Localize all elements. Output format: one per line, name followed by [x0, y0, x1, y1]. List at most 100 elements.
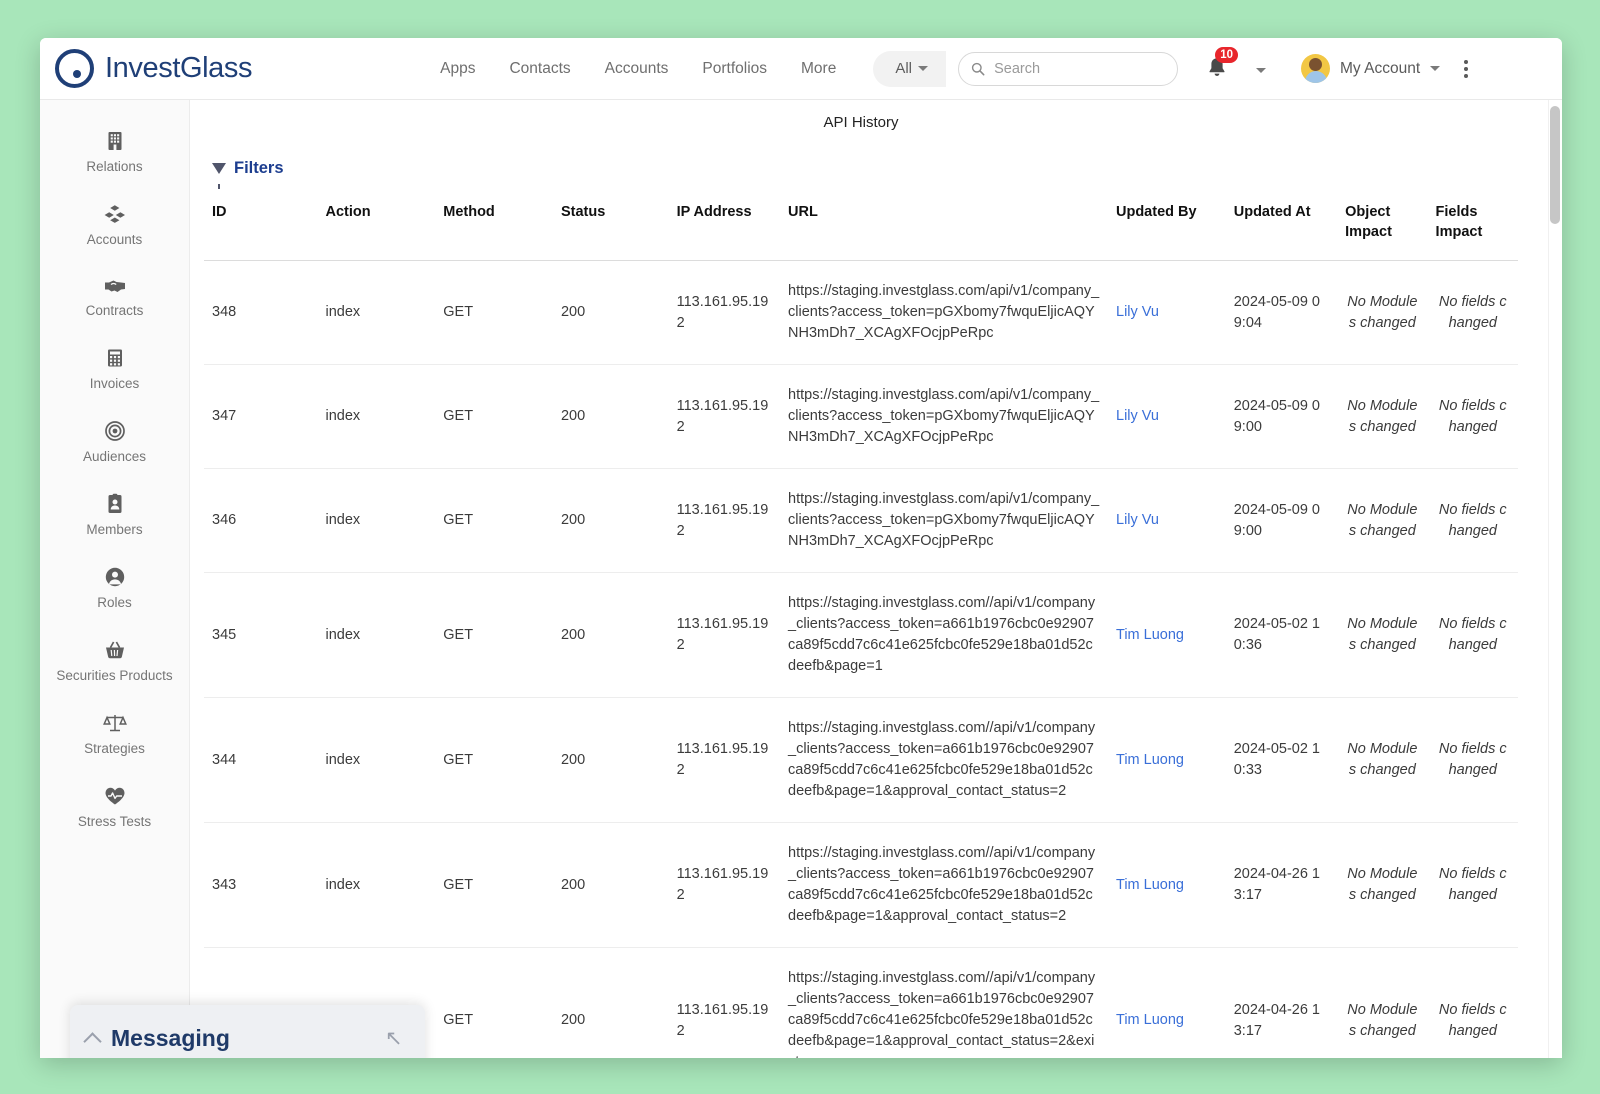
table-row[interactable]: 345 index GET 200 113.161.95.192 https:/… — [204, 573, 1518, 698]
filters-button[interactable]: Filters — [212, 159, 312, 178]
cell-updated-at: 2024-04-26 13:17 — [1226, 823, 1337, 948]
updated-by-link[interactable]: Lily Vu — [1116, 304, 1159, 320]
updated-by-link[interactable]: Tim Luong — [1116, 627, 1184, 643]
sidebar-item-stress-tests[interactable]: Stress Tests — [40, 771, 189, 844]
cell-method: GET — [435, 573, 553, 698]
cell-updated-at: 2024-05-02 10:36 — [1226, 573, 1337, 698]
nav-item-accounts[interactable]: Accounts — [605, 60, 669, 78]
sidebar-item-label: Strategies — [84, 740, 145, 757]
vertical-scrollbar-thumb[interactable] — [1550, 106, 1560, 224]
column-header-fields-impact[interactable]: Fields Impact — [1428, 196, 1518, 261]
more-vertical-icon[interactable] — [1464, 60, 1468, 78]
column-header-updated-by[interactable]: Updated By — [1108, 196, 1226, 261]
sidebar-item-contracts[interactable]: Contracts — [40, 262, 189, 333]
table-row[interactable]: 347 index GET 200 113.161.95.192 https:/… — [204, 365, 1518, 469]
column-header-url[interactable]: URL — [780, 196, 1108, 261]
nav-item-more[interactable]: More — [801, 60, 836, 78]
sidebar-item-label: Securities Products — [56, 667, 172, 684]
nav-item-contacts[interactable]: Contacts — [509, 60, 570, 78]
sidebar-item-label: Accounts — [87, 231, 143, 248]
cell-status: 200 — [553, 261, 669, 365]
sidebar-item-strategies[interactable]: Strategies — [40, 698, 189, 771]
sidebar-item-securities-products[interactable]: Securities Products — [40, 625, 189, 698]
vertical-scrollbar[interactable] — [1548, 100, 1562, 1058]
cell-status: 200 — [553, 823, 669, 948]
cell-method: GET — [435, 365, 553, 469]
sidebar-item-accounts[interactable]: Accounts — [40, 189, 189, 262]
updated-by-link[interactable]: Lily Vu — [1116, 408, 1159, 424]
cell-action: index — [318, 698, 436, 823]
notifications-dropdown-toggle[interactable] — [1256, 60, 1266, 78]
cell-status: 200 — [553, 573, 669, 698]
calculator-icon — [104, 347, 126, 369]
column-header-action[interactable]: Action — [318, 196, 436, 261]
column-header-ip-address[interactable]: IP Address — [669, 196, 780, 261]
cell-fields-impact: No fields changed — [1428, 823, 1518, 948]
updated-by-link[interactable]: Tim Luong — [1116, 877, 1184, 893]
cell-ip: 113.161.95.192 — [669, 365, 780, 469]
kebab-dot — [1464, 67, 1468, 71]
table-row[interactable]: 343 index GET 200 113.161.95.192 https:/… — [204, 823, 1518, 948]
cell-id: 347 — [204, 365, 318, 469]
cell-method: GET — [435, 261, 553, 365]
kebab-dot — [1464, 74, 1468, 78]
cell-fields-impact: No fields changed — [1428, 365, 1518, 469]
cell-updated-at: 2024-05-09 09:00 — [1226, 469, 1337, 573]
search-icon — [971, 61, 985, 77]
column-header-updated-at[interactable]: Updated At — [1226, 196, 1337, 261]
column-header-object-impact[interactable]: Object Impact — [1337, 196, 1427, 261]
table-row[interactable]: 346 index GET 200 113.161.95.192 https:/… — [204, 469, 1518, 573]
cell-updated-by: Lily Vu — [1108, 261, 1226, 365]
cell-fields-impact: No fields changed — [1428, 698, 1518, 823]
cell-url: https://staging.investglass.com/api/v1/c… — [780, 365, 1108, 469]
id-card-icon — [105, 493, 125, 515]
sidebar: Relations Accounts Con — [40, 100, 190, 1058]
updated-by-link[interactable]: Lily Vu — [1116, 512, 1159, 528]
search-scope-dropdown[interactable]: All — [873, 51, 946, 87]
search-input[interactable] — [994, 61, 1165, 77]
column-header-id[interactable]: ID — [204, 196, 318, 261]
cell-object-impact: No Modules changed — [1337, 573, 1427, 698]
cell-ip: 113.161.95.192 — [669, 469, 780, 573]
table-row[interactable]: 344 index GET 200 113.161.95.192 https:/… — [204, 698, 1518, 823]
sidebar-item-invoices[interactable]: Invoices — [40, 333, 189, 406]
table-header-row: ID Action Method Status IP Address URL U… — [204, 196, 1518, 261]
sidebar-item-label: Audiences — [83, 448, 146, 465]
cell-object-impact: No Modules changed — [1337, 823, 1427, 948]
account-menu[interactable]: My Account — [1301, 54, 1440, 83]
cell-object-impact: No Modules changed — [1337, 469, 1427, 573]
updated-by-link[interactable]: Tim Luong — [1116, 1012, 1184, 1028]
sidebar-item-roles[interactable]: Roles — [40, 552, 189, 625]
messaging-widget[interactable]: Messaging ↗ — [70, 1005, 425, 1058]
cell-object-impact: No Modules changed — [1337, 698, 1427, 823]
sidebar-item-relations[interactable]: Relations — [40, 116, 189, 189]
cell-ip: 113.161.95.192 — [669, 261, 780, 365]
column-header-method[interactable]: Method — [435, 196, 553, 261]
cell-status: 200 — [553, 948, 669, 1059]
nav-item-portfolios[interactable]: Portfolios — [702, 60, 767, 78]
cell-updated-by: Tim Luong — [1108, 948, 1226, 1059]
cell-updated-by: Tim Luong — [1108, 573, 1226, 698]
chevron-up-icon[interactable] — [83, 1032, 101, 1050]
messaging-title[interactable]: Messaging — [111, 1025, 385, 1052]
cell-ip: 113.161.95.192 — [669, 573, 780, 698]
column-header-status[interactable]: Status — [553, 196, 669, 261]
notifications-button[interactable]: 10 — [1206, 56, 1228, 82]
cell-url: https://staging.investglass.com/api/v1/c… — [780, 469, 1108, 573]
account-menu-label: My Account — [1340, 60, 1420, 78]
cell-action: index — [318, 365, 436, 469]
updated-by-link[interactable]: Tim Luong — [1116, 752, 1184, 768]
cell-id: 348 — [204, 261, 318, 365]
sidebar-item-audiences[interactable]: Audiences — [40, 406, 189, 479]
scales-icon — [103, 712, 127, 734]
expand-icon[interactable]: ↗ — [385, 1026, 403, 1051]
sidebar-item-label: Stress Tests — [78, 813, 151, 830]
brand-logo-link[interactable]: InvestGlass — [40, 49, 252, 88]
sidebar-item-members[interactable]: Members — [40, 479, 189, 552]
cell-ip: 113.161.95.192 — [669, 698, 780, 823]
search-box[interactable] — [958, 52, 1178, 86]
nav-item-apps[interactable]: Apps — [440, 60, 475, 78]
table-row[interactable]: 348 index GET 200 113.161.95.192 https:/… — [204, 261, 1518, 365]
main-content: API History Filters ID Action Method Sta… — [190, 100, 1562, 1058]
sidebar-item-label: Relations — [86, 158, 142, 175]
